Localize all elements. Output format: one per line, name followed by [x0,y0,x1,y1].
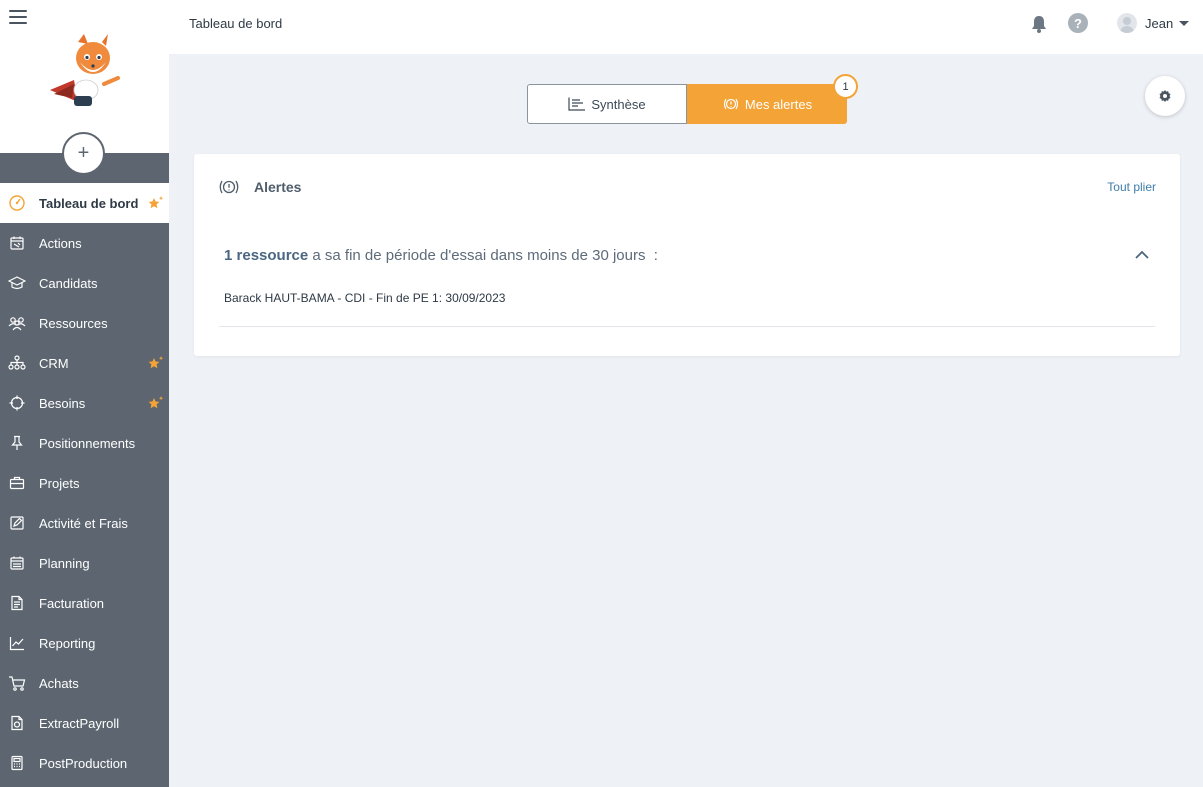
sidebar-item-label: PostProduction [39,755,128,771]
divider [219,326,1155,327]
alert-text: a sa fin de période d'essai dans moins d… [308,247,658,264]
gear-icon [1159,90,1171,102]
sidebar-item-extractpayroll[interactable]: ExtractPayroll [0,703,169,743]
sidebar-item-label: Ressources [39,315,108,331]
calculator-icon [8,754,26,772]
sidebar-nav: Tableau de bord Actions Candidats Ressou… [0,183,169,783]
sidebar-item-label: Positionnements [39,435,136,451]
help-icon[interactable]: ? [1068,13,1088,33]
alert-detail-item: Barack HAUT-BAMA - CDI - Fin de PE 1: 30… [224,291,506,305]
caret-down-icon [1179,20,1190,26]
collapse-all-link[interactable]: Tout plier [1107,180,1156,194]
add-button[interactable]: + [62,132,105,175]
sidebar-item-projets[interactable]: Projets [0,463,169,503]
sidebar-item-candidats[interactable]: Candidats [0,263,169,303]
sidebar-item-label: Besoins [39,395,86,411]
list-chart-icon [568,97,586,111]
tab-label: Synthèse [591,96,646,112]
settings-button[interactable] [1145,76,1185,116]
avatar [1117,13,1137,33]
sidebar-item-label: Candidats [39,275,98,291]
sidebar-item-ressources[interactable]: Ressources [0,303,169,343]
alerts-count-badge: 1 [833,74,858,99]
gauge-icon [8,194,26,212]
sidebar-item-label: Achats [39,675,79,691]
alert-icon [219,180,239,194]
card-header: Alertes [218,179,301,195]
alert-icon [723,98,738,110]
user-name: Jean [1145,15,1174,31]
people-icon [8,314,26,332]
sidebar: + Tableau de bord Actions Candidats Ress… [0,0,169,787]
org-chart-icon [8,354,26,372]
sidebar-item-postproduction[interactable]: PostProduction [0,743,169,783]
sidebar-item-label: Actions [39,235,82,251]
sidebar-item-label: CRM [39,355,69,371]
invoice-icon [8,594,26,612]
crosshair-icon [8,394,26,412]
sidebar-item-tableau-de-bord[interactable]: Tableau de bord [0,183,169,223]
cart-icon [8,674,26,692]
star-icon [148,396,164,409]
briefcase-icon [8,474,26,492]
sidebar-item-achats[interactable]: Achats [0,663,169,703]
alert-summary[interactable]: 1 ressource a sa fin de période d'essai … [224,247,658,264]
sidebar-item-label: ExtractPayroll [39,715,120,731]
sidebar-item-planning[interactable]: Planning [0,543,169,583]
sidebar-item-positionnements[interactable]: Positionnements [0,423,169,463]
sidebar-header [0,0,169,153]
star-icon [148,196,164,209]
user-menu[interactable]: Jean [1117,12,1190,34]
fox-mascot-logo [50,34,120,106]
sidebar-item-label: Projets [39,475,80,491]
line-chart-icon [8,634,26,652]
tab-mes-alertes[interactable]: Mes alertes [687,84,847,124]
sidebar-item-reporting[interactable]: Reporting [0,623,169,663]
hamburger-menu-icon[interactable] [9,9,27,25]
sidebar-item-label: Activité et Frais [39,515,128,531]
sidebar-item-crm[interactable]: CRM [0,343,169,383]
sidebar-item-label: Planning [39,555,90,571]
planner-icon [8,554,26,572]
chevron-up-icon[interactable] [1134,247,1150,263]
sidebar-item-actions[interactable]: Actions [0,223,169,263]
sidebar-item-besoins[interactable]: Besoins [0,383,169,423]
calendar-icon [8,234,26,252]
bell-icon[interactable] [1029,14,1049,34]
sidebar-item-label: Reporting [39,635,96,651]
top-header: Tableau de bord ? Jean [169,0,1203,54]
tab-label: Mes alertes [744,96,813,112]
sidebar-item-label: Facturation [39,595,105,611]
star-icon [148,356,164,369]
sidebar-item-label: Tableau de bord [39,195,139,211]
graduation-cap-icon [8,274,26,292]
plus-icon: + [77,142,90,164]
payroll-doc-icon [8,714,26,732]
dashboard-tabs: Synthèse Mes alertes [527,84,847,124]
sidebar-item-activite-et-frais[interactable]: Activité et Frais [0,503,169,543]
alerts-card: Alertes Tout plier 1 ressource a sa fin … [194,154,1180,356]
tab-synthese[interactable]: Synthèse [527,84,687,124]
alert-count: 1 ressource [224,247,309,264]
card-title: Alertes [254,179,302,195]
pin-icon [8,434,26,452]
edit-icon [8,514,26,532]
sidebar-item-facturation[interactable]: Facturation [0,583,169,623]
page-title: Tableau de bord [189,16,283,31]
